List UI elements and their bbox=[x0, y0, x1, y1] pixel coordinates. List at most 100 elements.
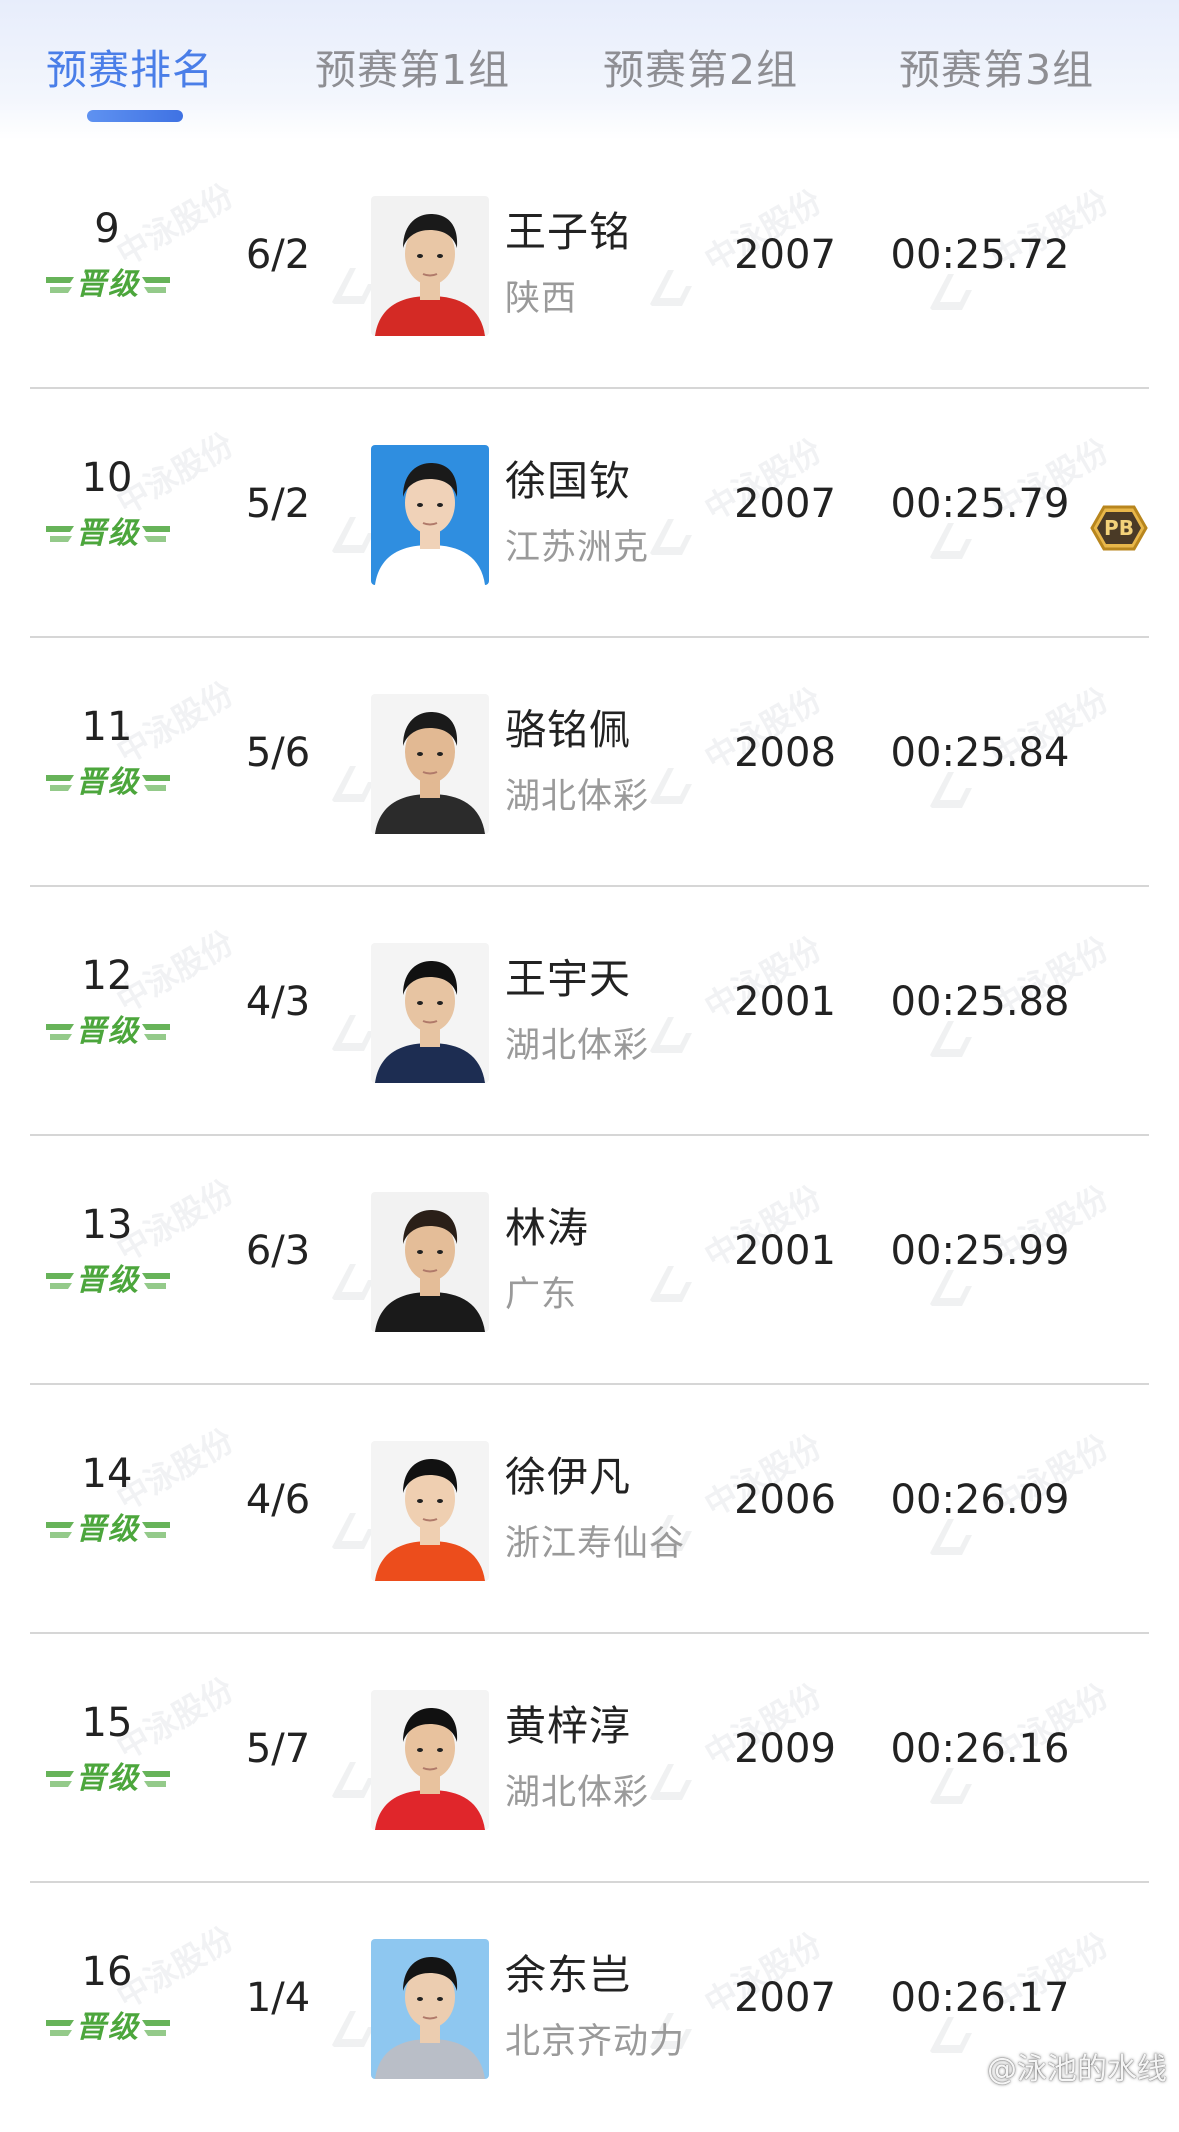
athlete-team: 湖北体彩 bbox=[505, 1773, 650, 1813]
athlete-name[interactable]: 黄梓淳 bbox=[505, 1692, 631, 1752]
athlete-avatar[interactable] bbox=[371, 694, 489, 834]
athlete-avatar[interactable] bbox=[371, 1192, 489, 1332]
birth-year: 2009 bbox=[734, 1726, 836, 1772]
qualified-badge: 晋级 bbox=[46, 1012, 170, 1052]
athlete-team: 北京齐动力 bbox=[505, 2022, 686, 2062]
heat-lane: 5/6 bbox=[245, 730, 311, 776]
qualified-label: 晋级 bbox=[76, 1263, 140, 1298]
qualified-label: 晋级 bbox=[76, 516, 140, 551]
tab-heats-ranking[interactable]: 预赛排名 bbox=[46, 36, 214, 96]
qualified-label: 晋级 bbox=[76, 1512, 140, 1547]
athlete-name[interactable]: 王宇天 bbox=[505, 945, 631, 1005]
result-time: 00:26.17 bbox=[890, 1975, 1070, 2021]
rank: 12 bbox=[81, 953, 133, 999]
results-list: 中泳股份 中泳股份 中泳股份 9 晋级 6/2 王子铭 陕西 2007 00:25.72 中泳股份中… bbox=[0, 140, 1179, 2132]
athlete-name[interactable]: 徐伊凡 bbox=[505, 1443, 631, 1503]
rank: 10 bbox=[81, 455, 133, 501]
tab-heat-1[interactable]: 预赛第1组 bbox=[315, 36, 510, 96]
qualified-label: 晋级 bbox=[76, 2010, 140, 2045]
result-row[interactable]: 中泳股份 中泳股份 中泳股份 13 晋级 6/3 林涛 广东 2001 00:25.99 bbox=[0, 1136, 1179, 1385]
watermark-logo-icon bbox=[322, 756, 378, 816]
watermark-logo-icon bbox=[322, 2001, 378, 2061]
athlete-name[interactable]: 林涛 bbox=[505, 1194, 589, 1254]
watermark-logo-icon bbox=[640, 1256, 696, 1316]
watermark-logo-icon bbox=[322, 1752, 378, 1812]
athlete-avatar[interactable] bbox=[371, 196, 489, 336]
personal-best-label: PB bbox=[1104, 516, 1134, 540]
qualified-badge: 晋级 bbox=[46, 763, 170, 803]
result-time: 00:25.88 bbox=[890, 979, 1070, 1025]
rank: 9 bbox=[94, 206, 120, 252]
heat-lane: 4/6 bbox=[245, 1477, 311, 1523]
heat-lane: 5/2 bbox=[245, 481, 311, 527]
athlete-avatar[interactable] bbox=[371, 943, 489, 1083]
birth-year: 2007 bbox=[734, 1975, 836, 2021]
result-time: 00:26.16 bbox=[890, 1726, 1070, 1772]
athlete-avatar[interactable] bbox=[371, 1939, 489, 2079]
qualified-label: 晋级 bbox=[76, 267, 140, 302]
watermark-logo-icon bbox=[322, 507, 378, 567]
birth-year: 2001 bbox=[734, 979, 836, 1025]
athlete-team: 陕西 bbox=[505, 279, 578, 319]
heat-lane: 6/2 bbox=[245, 232, 311, 278]
watermark-logo-icon bbox=[322, 1254, 378, 1314]
result-row[interactable]: 中泳股份 中泳股份 中泳股份 10 晋级 5/2 徐国钦 江苏洲克 2007 00:25.79 PB bbox=[0, 389, 1179, 638]
athlete-name[interactable]: 徐国钦 bbox=[505, 447, 631, 507]
active-tab-indicator bbox=[87, 110, 183, 122]
athlete-name[interactable]: 余东岂 bbox=[505, 1941, 631, 2001]
heat-lane: 1/4 bbox=[245, 1975, 311, 2021]
watermark-logo-icon bbox=[322, 1005, 378, 1065]
rank: 13 bbox=[81, 1202, 133, 1248]
heat-lane: 5/7 bbox=[245, 1726, 311, 1772]
result-time: 00:25.79 bbox=[890, 481, 1070, 527]
qualified-badge: 晋级 bbox=[46, 514, 170, 554]
birth-year: 2007 bbox=[734, 232, 836, 278]
birth-year: 2007 bbox=[734, 481, 836, 527]
result-time: 00:26.09 bbox=[890, 1477, 1070, 1523]
qualified-label: 晋级 bbox=[76, 765, 140, 800]
rank: 11 bbox=[81, 704, 133, 750]
watermark-logo-icon bbox=[322, 1503, 378, 1563]
heat-lane: 4/3 bbox=[245, 979, 311, 1025]
athlete-team: 广东 bbox=[505, 1275, 578, 1315]
result-row[interactable]: 中泳股份 中泳股份 中泳股份 9 晋级 6/2 王子铭 陕西 2007 00:25.72 bbox=[0, 140, 1179, 389]
result-row[interactable]: 中泳股份 中泳股份 中泳股份 14 晋级 4/6 徐伊凡 浙江寿仙谷 2006 00:26.09 bbox=[0, 1385, 1179, 1634]
athlete-team: 湖北体彩 bbox=[505, 1026, 650, 1066]
qualified-badge: 晋级 bbox=[46, 2008, 170, 2048]
result-row[interactable]: 中泳股份 中泳股份 中泳股份 12 晋级 4/3 王宇天 湖北体彩 2001 00:25.88 bbox=[0, 887, 1179, 1136]
credit-watermark: @泳池的水线 bbox=[987, 2052, 1167, 2087]
birth-year: 2001 bbox=[734, 1228, 836, 1274]
athlete-name[interactable]: 王子铭 bbox=[505, 198, 631, 258]
athlete-team: 浙江寿仙谷 bbox=[505, 1524, 686, 1564]
rank: 16 bbox=[81, 1949, 133, 1995]
tab-heat-2[interactable]: 预赛第2组 bbox=[603, 36, 798, 96]
qualified-label: 晋级 bbox=[76, 1014, 140, 1049]
birth-year: 2008 bbox=[734, 730, 836, 776]
rank: 15 bbox=[81, 1700, 133, 1746]
watermark-logo-icon bbox=[322, 258, 378, 318]
result-time: 00:25.72 bbox=[890, 232, 1070, 278]
qualified-badge: 晋级 bbox=[46, 1759, 170, 1799]
qualified-badge: 晋级 bbox=[46, 1261, 170, 1301]
tab-heat-3[interactable]: 预赛第3组 bbox=[899, 36, 1094, 96]
athlete-avatar[interactable] bbox=[371, 1441, 489, 1581]
qualified-badge: 晋级 bbox=[46, 265, 170, 305]
birth-year: 2006 bbox=[734, 1477, 836, 1523]
result-row[interactable]: 中泳股份 中泳股份 中泳股份 11 晋级 5/6 骆铭佩 湖北体彩 2008 00:25.84 bbox=[0, 638, 1179, 887]
athlete-team: 江苏洲克 bbox=[505, 528, 650, 568]
tab-bar: 预赛排名 预赛第1组 预赛第2组 预赛第3组 bbox=[0, 0, 1179, 140]
result-row[interactable]: 中泳股份 中泳股份 中泳股份 15 晋级 5/7 黄梓淳 湖北体彩 2009 00:26.16 bbox=[0, 1634, 1179, 1883]
athlete-avatar[interactable] bbox=[371, 445, 489, 585]
personal-best-badge: PB bbox=[1090, 503, 1148, 553]
result-row[interactable]: 中泳股份 中泳股份 中泳股份 16 晋级 1/4 余东岂 北京齐动力 2007 00:26.17 bbox=[0, 1883, 1179, 2132]
heat-lane: 6/3 bbox=[245, 1228, 311, 1274]
athlete-avatar[interactable] bbox=[371, 1690, 489, 1830]
result-time: 00:25.84 bbox=[890, 730, 1070, 776]
watermark-logo-icon bbox=[640, 260, 696, 320]
athlete-team: 湖北体彩 bbox=[505, 777, 650, 817]
result-time: 00:25.99 bbox=[890, 1228, 1070, 1274]
qualified-badge: 晋级 bbox=[46, 1510, 170, 1550]
athlete-name[interactable]: 骆铭佩 bbox=[505, 696, 631, 756]
rank: 14 bbox=[81, 1451, 133, 1497]
qualified-label: 晋级 bbox=[76, 1761, 140, 1796]
